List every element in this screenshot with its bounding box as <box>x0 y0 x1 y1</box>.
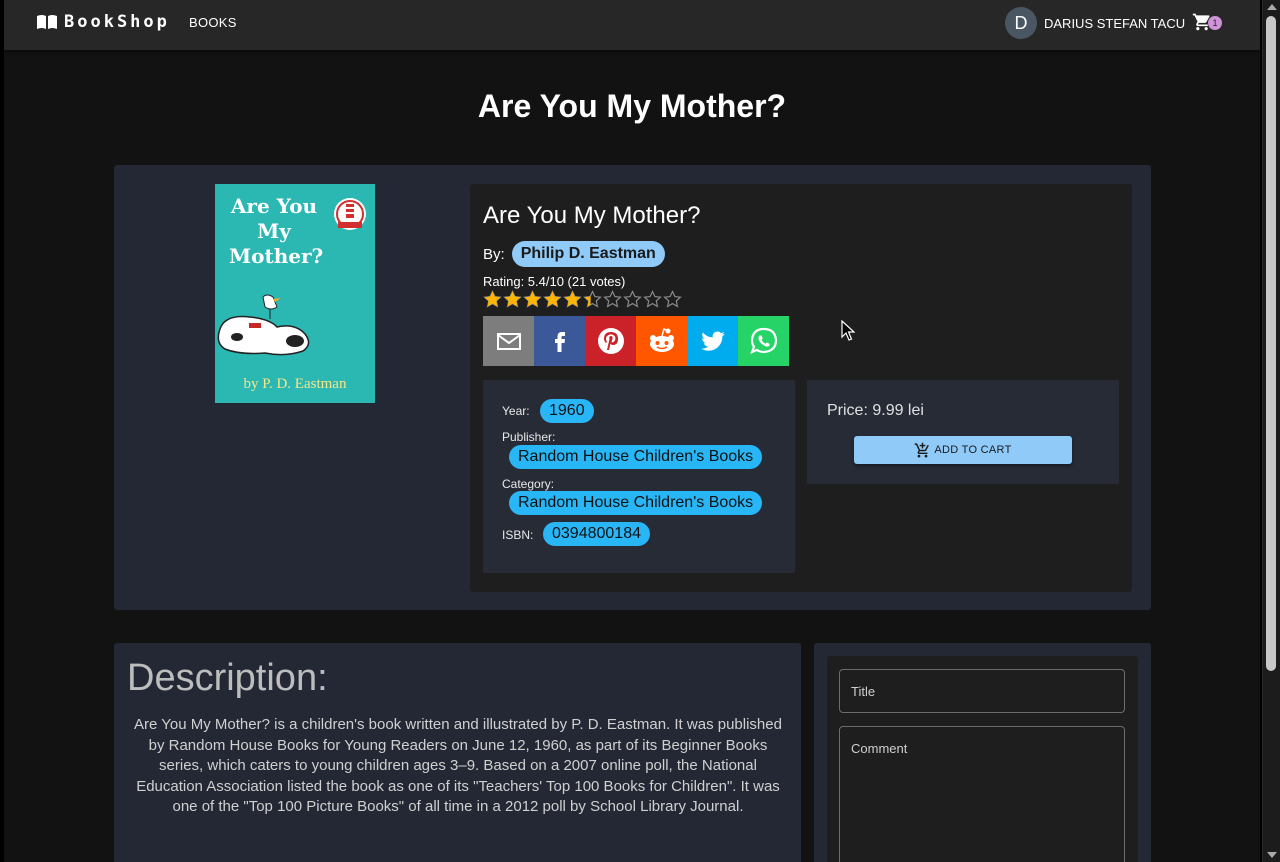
rating-star-icon[interactable] <box>603 290 622 309</box>
rating-star-icon[interactable] <box>583 290 602 309</box>
scrollbar-thumb[interactable] <box>1266 16 1276 671</box>
user-name: DARIUS STEFAN TACU <box>1044 15 1186 31</box>
nav-books-link[interactable]: BOOKS <box>189 15 237 30</box>
author-chip[interactable]: Philip D. Eastman <box>511 241 665 267</box>
by-label: By: <box>483 245 505 263</box>
brand-name: BookShop <box>64 12 170 32</box>
whatsapp-icon <box>749 327 777 354</box>
category-label: Category: <box>502 477 555 491</box>
scroll-down-arrow-icon[interactable] <box>1267 852 1277 858</box>
price-text: Price: 9.99 lei <box>827 402 924 419</box>
description-heading: Description: <box>127 657 328 699</box>
book-detail-card: Are You My Mother? by P. D. Eastman Are … <box>114 165 1151 610</box>
share-email-button[interactable] <box>483 316 534 366</box>
add-shopping-cart-icon <box>915 442 930 458</box>
share-pinterest-button[interactable] <box>585 316 636 366</box>
beginner-books-badge-icon <box>334 198 366 230</box>
rating-star-icon[interactable] <box>663 290 682 309</box>
page-title: Are You My Mother? <box>477 88 787 124</box>
reddit-icon <box>649 327 674 352</box>
cart-button[interactable]: 1 <box>1192 12 1222 36</box>
description-text: Are You My Mother? is a children's book … <box>134 716 782 815</box>
review-title-input[interactable] <box>839 669 1125 713</box>
page-scrollbar[interactable] <box>1262 0 1280 862</box>
cover-title: Are You My Mother? <box>229 194 324 268</box>
share-twitter-button[interactable] <box>687 316 738 366</box>
brand-logo[interactable]: BookShop <box>36 12 170 32</box>
category-chip[interactable]: Random House Children's Books <box>509 491 763 515</box>
share-facebook-button[interactable] <box>534 316 585 366</box>
email-icon <box>496 333 521 350</box>
rating-star-icon[interactable] <box>483 290 502 309</box>
user-menu[interactable]: D DARIUS STEFAN TACU <box>1005 7 1185 39</box>
review-comment-textarea[interactable] <box>839 726 1125 862</box>
book-cover-image: Are You My Mother? by P. D. Eastman <box>215 184 375 403</box>
year-label: Year: <box>502 404 530 418</box>
publisher-chip[interactable]: Random House Children's Books <box>509 445 763 469</box>
description-card: Description: Are You My Mother? is a chi… <box>114 643 801 862</box>
rating-star-icon[interactable] <box>563 290 582 309</box>
rating-star-icon[interactable] <box>543 290 562 309</box>
review-form-card <box>814 643 1151 862</box>
cart-count-badge: 1 <box>1208 16 1222 30</box>
book-metadata-box: Year: 1960 Publisher: Random House Child… <box>483 380 795 573</box>
isbn-label: ISBN: <box>502 528 534 542</box>
share-reddit-button[interactable] <box>636 316 687 366</box>
publisher-label: Publisher: <box>502 430 556 444</box>
add-to-cart-label: ADD TO CART <box>934 444 1012 456</box>
mouse-cursor-icon <box>841 320 855 341</box>
isbn-chip[interactable]: 0394800184 <box>543 522 650 546</box>
avatar: D <box>1005 7 1037 39</box>
add-to-cart-button[interactable]: ADD TO CART <box>854 436 1072 464</box>
rating-stars[interactable] <box>483 290 682 309</box>
review-form <box>827 656 1138 862</box>
rating-star-icon[interactable] <box>623 290 642 309</box>
rating-star-icon[interactable] <box>503 290 522 309</box>
price-box: Price: 9.99 lei ADD TO CART <box>807 380 1119 484</box>
app-bar: BookShop BOOKS D DARIUS STEFAN TACU 1 <box>4 0 1260 50</box>
rating-star-icon[interactable] <box>523 290 542 309</box>
rating-star-icon[interactable] <box>643 290 662 309</box>
rating-text: Rating: 5.4/10 (21 votes) <box>483 274 626 289</box>
scroll-up-arrow-icon[interactable] <box>1267 4 1277 10</box>
browser-viewport: BookShop BOOKS D DARIUS STEFAN TACU 1 Ar… <box>4 0 1260 862</box>
dog-and-bird-illustration <box>217 294 310 356</box>
twitter-icon <box>700 331 725 351</box>
pinterest-icon <box>597 328 624 354</box>
year-chip[interactable]: 1960 <box>540 399 594 423</box>
cover-author: by P. D. Eastman <box>243 376 347 392</box>
facebook-icon <box>554 332 565 352</box>
share-whatsapp-button[interactable] <box>738 316 789 366</box>
author-row: By: Philip D. Eastman <box>483 241 665 267</box>
book-open-icon <box>37 15 57 29</box>
share-buttons <box>483 316 789 366</box>
book-info-panel: Are You My Mother? By: Philip D. Eastman… <box>470 184 1132 592</box>
book-title: Are You My Mother? <box>483 202 701 229</box>
